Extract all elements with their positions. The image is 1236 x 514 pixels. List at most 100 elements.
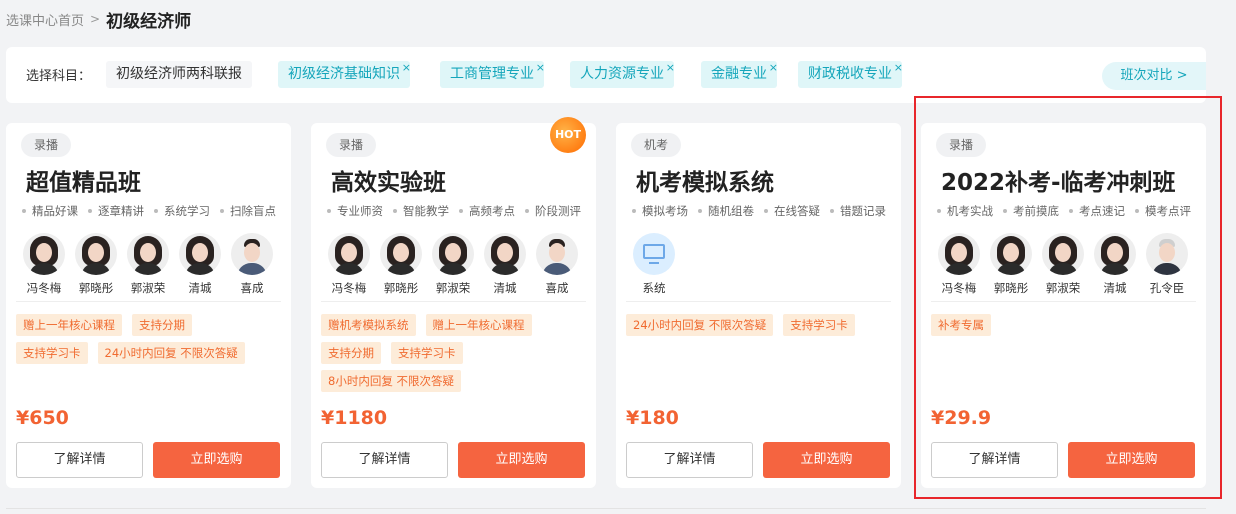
divider: [931, 301, 1196, 302]
feature-list: 专业师资 智能教学 高频考点 阶段测评: [327, 203, 591, 219]
feature-label: 专业师资: [337, 204, 383, 218]
teacher[interactable]: 郭淑荣: [1037, 233, 1089, 296]
avatar: [938, 233, 980, 275]
subject-chip[interactable]: 人力资源专业 ×: [570, 61, 675, 88]
bullet-icon: [698, 209, 702, 213]
close-icon[interactable]: ×: [769, 54, 778, 81]
feature-label: 扫除盲点: [230, 204, 276, 218]
view-details-button[interactable]: 了解详情: [931, 442, 1058, 478]
buy-now-button[interactable]: 立即选购: [1068, 442, 1195, 478]
teacher-list: 系统: [628, 233, 680, 296]
teacher-list: 冯冬梅 郭晓彤 郭淑荣 清城 喜成: [323, 233, 583, 296]
service-tag: 支持分期: [321, 342, 381, 364]
teacher[interactable]: 冯冬梅: [323, 233, 375, 296]
buy-now-button[interactable]: 立即选购: [153, 442, 280, 478]
teacher-name: 喜成: [545, 281, 569, 295]
feature-label: 精品好课: [32, 204, 78, 218]
subject-chip[interactable]: 工商管理专业 ×: [440, 61, 545, 88]
avatar: [380, 233, 422, 275]
course-type-badge: 录播: [326, 133, 377, 157]
teacher[interactable]: 冯冬梅: [18, 233, 70, 296]
feature-item: 模拟考场: [632, 203, 688, 219]
buy-now-button[interactable]: 立即选购: [763, 442, 890, 478]
teacher-name: 清城: [493, 281, 517, 295]
avatar: [484, 233, 526, 275]
course-card: 录播 2022补考-临考冲刺班 机考实战 考前摸底 考点速记 模考点评 冯冬梅 …: [921, 123, 1206, 488]
feature-label: 考前摸底: [1013, 204, 1059, 218]
teacher[interactable]: 郭晓彤: [985, 233, 1037, 296]
course-card: 机考 机考模拟系统 模拟考场 随机组卷 在线答疑 错题记录 系统 24小时内回复…: [616, 123, 901, 488]
close-icon[interactable]: ×: [894, 54, 903, 81]
service-tag-list: 赠上一年核心课程 支持分期 支持学习卡 24小时内回复 不限次答疑: [16, 314, 281, 370]
teacher[interactable]: 冯冬梅: [933, 233, 985, 296]
service-tag: 支持分期: [132, 314, 192, 336]
bullet-icon: [154, 209, 158, 213]
feature-item: 专业师资: [327, 203, 383, 219]
subject-chip-label: 金融专业: [711, 66, 767, 82]
subject-chip[interactable]: 财政税收专业 ×: [798, 61, 903, 88]
close-icon[interactable]: ×: [536, 54, 545, 81]
course-card: 录播 HOT 高效实验班 专业师资 智能教学 高频考点 阶段测评 冯冬梅 郭晓彤…: [311, 117, 596, 488]
teacher[interactable]: 清城: [174, 233, 226, 296]
course-title: 超值精品班: [26, 170, 141, 196]
breadcrumb: 选课中心首页 > 初级经济师: [6, 6, 191, 32]
feature-label: 逐章精讲: [98, 204, 144, 218]
service-tag: 补考专属: [931, 314, 991, 336]
teacher[interactable]: 孔令臣: [1141, 233, 1193, 296]
divider: [321, 301, 586, 302]
close-icon[interactable]: ×: [666, 54, 675, 81]
teacher-name: 郭淑荣: [130, 281, 166, 295]
teacher[interactable]: 清城: [479, 233, 531, 296]
bullet-icon: [632, 209, 636, 213]
course-title: 高效实验班: [331, 170, 446, 196]
avatar: [23, 233, 65, 275]
feature-item: 在线答疑: [764, 203, 820, 219]
teacher[interactable]: 系统: [628, 233, 680, 296]
view-details-button[interactable]: 了解详情: [321, 442, 448, 478]
buy-now-button[interactable]: 立即选购: [458, 442, 585, 478]
bullet-icon: [22, 209, 26, 213]
teacher[interactable]: 喜成: [226, 233, 278, 296]
feature-item: 模考点评: [1135, 203, 1191, 219]
bullet-icon: [1069, 209, 1073, 213]
feature-item: 扫除盲点: [220, 203, 276, 219]
feature-item: 阶段测评: [525, 203, 581, 219]
feature-label: 智能教学: [403, 204, 449, 218]
feature-label: 在线答疑: [774, 204, 820, 218]
view-details-button[interactable]: 了解详情: [16, 442, 143, 478]
feature-item: 机考实战: [937, 203, 993, 219]
bullet-icon: [525, 209, 529, 213]
subject-filter-bar: 选择科目： 初级经济师两科联报 初级经济基础知识 × 工商管理专业 × 人力资源…: [6, 47, 1206, 103]
monitor-icon: [633, 233, 675, 275]
page-title: 初级经济师: [106, 11, 192, 32]
subject-chip-label: 财政税收专业: [808, 66, 892, 82]
teacher[interactable]: 郭淑荣: [122, 233, 174, 296]
teacher-name: 系统: [642, 281, 666, 295]
service-tag: 24小时内回复 不限次答疑: [626, 314, 774, 336]
teacher[interactable]: 郭晓彤: [70, 233, 122, 296]
subject-chip-combo[interactable]: 初级经济师两科联报: [106, 61, 252, 88]
subject-chip[interactable]: 初级经济基础知识 ×: [278, 61, 411, 88]
teacher[interactable]: 郭淑荣: [427, 233, 479, 296]
divider: [16, 301, 281, 302]
service-tag-list: 补考专属: [931, 314, 1196, 342]
close-icon[interactable]: ×: [402, 54, 411, 81]
teacher[interactable]: 喜成: [531, 233, 583, 296]
subject-chip[interactable]: 金融专业 ×: [701, 61, 778, 88]
feature-label: 高频考点: [469, 204, 515, 218]
teacher[interactable]: 清城: [1089, 233, 1141, 296]
avatar: [75, 233, 117, 275]
bullet-icon: [937, 209, 941, 213]
feature-label: 随机组卷: [708, 204, 754, 218]
feature-label: 系统学习: [164, 204, 210, 218]
view-details-button[interactable]: 了解详情: [626, 442, 753, 478]
feature-list: 机考实战 考前摸底 考点速记 模考点评: [937, 203, 1201, 219]
course-type-badge: 录播: [936, 133, 987, 157]
breadcrumb-separator: >: [90, 12, 101, 26]
service-tag: 支持学习卡: [391, 342, 463, 364]
breadcrumb-home-link[interactable]: 选课中心首页: [6, 10, 84, 29]
teacher[interactable]: 郭晓彤: [375, 233, 427, 296]
compare-classes-button[interactable]: 班次对比 >: [1102, 62, 1206, 90]
teacher-name: 郭晓彤: [78, 281, 114, 295]
feature-label: 阶段测评: [535, 204, 581, 218]
